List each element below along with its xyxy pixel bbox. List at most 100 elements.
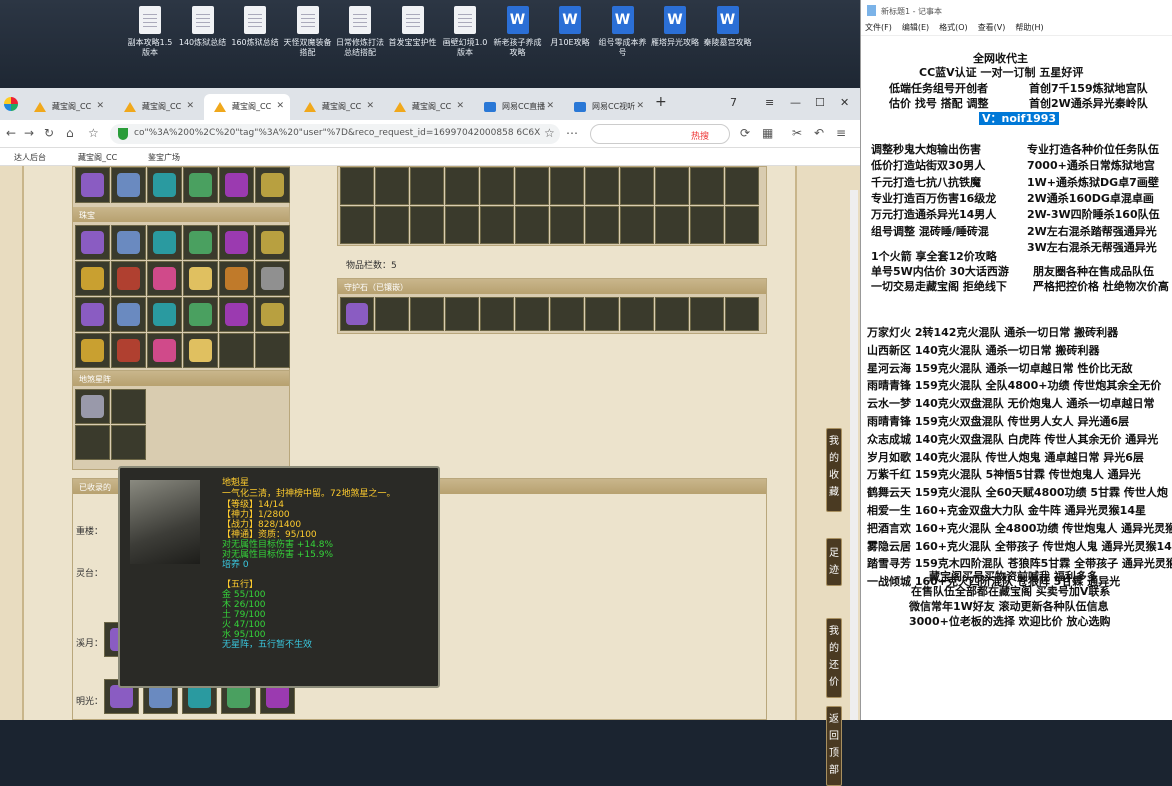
settings-icon[interactable]: ≡ xyxy=(836,126,846,140)
jewel-slot[interactable] xyxy=(111,261,146,296)
dishaxing-slot[interactable] xyxy=(75,389,110,424)
inventory-slot-empty[interactable] xyxy=(725,167,759,205)
tab-close-icon[interactable]: ✕ xyxy=(276,101,284,111)
close-icon[interactable]: ✕ xyxy=(840,96,849,109)
scissors-icon[interactable]: ✂ xyxy=(792,126,802,140)
inventory-slot-empty[interactable] xyxy=(690,206,724,244)
more-icon[interactable]: ⋯ xyxy=(566,126,578,140)
jewel-slot[interactable] xyxy=(147,225,182,260)
inventory-slot-empty[interactable] xyxy=(515,167,549,205)
jewel-slot[interactable] xyxy=(255,225,290,260)
browser-tab[interactable]: 藏宝阁_CC ✕ xyxy=(24,94,110,120)
jewel-slot[interactable] xyxy=(75,225,110,260)
jewel-slot[interactable] xyxy=(183,297,218,332)
jewel-slot[interactable] xyxy=(255,261,290,296)
tab-count-badge[interactable]: 7 xyxy=(730,96,737,109)
desktop-icon[interactable]: 副本攻略1.5版本 xyxy=(124,6,176,58)
url-input[interactable]: co"%3A%200%2C%20"tag"%3A%20"user"%7D&rec… xyxy=(110,124,560,144)
jewel-slot[interactable] xyxy=(219,261,254,296)
desktop-icon[interactable]: 日常修炼打法总结搭配 xyxy=(334,6,386,58)
tab-close-icon[interactable]: ✕ xyxy=(186,101,194,111)
apps-icon[interactable]: ▦ xyxy=(762,126,773,140)
desktop-icon[interactable]: W 组号零成本养号 xyxy=(597,6,649,58)
desktop-icon[interactable]: 首发宝宝护性 xyxy=(387,6,439,48)
desktop-icon[interactable]: 140炼狱总结 xyxy=(177,6,229,48)
search-input[interactable]: 热搜 xyxy=(590,124,730,144)
inventory-slot-empty[interactable] xyxy=(725,206,759,244)
jewel-slot[interactable] xyxy=(147,297,182,332)
guard-stone-slot-empty[interactable] xyxy=(375,297,409,331)
undo-icon[interactable]: ↶ xyxy=(814,126,824,140)
back-to-top-button[interactable]: 返回顶部 xyxy=(826,706,842,786)
inventory-slot-empty[interactable] xyxy=(585,167,619,205)
refresh-icon[interactable]: ↻ xyxy=(44,126,54,140)
inventory-slot-empty[interactable] xyxy=(585,206,619,244)
desktop-icon[interactable]: 160炼狱总结 xyxy=(229,6,281,48)
browser-tab[interactable]: 网易CC直播 ✕ xyxy=(474,94,560,120)
jewel-slot[interactable] xyxy=(219,225,254,260)
guard-stone-slot-empty[interactable] xyxy=(620,297,654,331)
equipment-slot[interactable] xyxy=(219,167,254,203)
footprint-button[interactable]: 足迹 xyxy=(826,538,842,586)
desktop-icon[interactable]: W 月10E攻略 xyxy=(544,6,596,48)
jewel-slot-empty[interactable] xyxy=(255,333,290,368)
desktop-icon[interactable]: 天怪双魔装备搭配 xyxy=(282,6,334,58)
my-favorites-button[interactable]: 我的收藏 xyxy=(826,428,842,512)
desktop-icon[interactable]: W 秦陵墓宫攻略 xyxy=(702,6,754,48)
home-icon[interactable]: ⌂ xyxy=(66,126,74,140)
browser-tab[interactable]: 藏宝阁_CC ✕ xyxy=(204,94,290,120)
page-scrollbar[interactable] xyxy=(850,190,858,720)
extension-icon[interactable]: ⟳ xyxy=(740,126,750,140)
equipment-slot[interactable] xyxy=(111,167,146,203)
guard-stone-slot-empty[interactable] xyxy=(585,297,619,331)
jewel-slot[interactable] xyxy=(111,333,146,368)
desktop-icon[interactable]: W 雁塔异光攻略 xyxy=(649,6,701,48)
jewel-slot[interactable] xyxy=(75,261,110,296)
star-icon[interactable]: ☆ xyxy=(88,126,99,140)
jewel-slot[interactable] xyxy=(183,225,218,260)
jewel-slot[interactable] xyxy=(111,297,146,332)
inventory-slot-empty[interactable] xyxy=(445,206,479,244)
back-icon[interactable]: ← xyxy=(6,126,16,140)
inventory-slot-empty[interactable] xyxy=(620,206,654,244)
notepad-menu-item[interactable]: 编辑(E) xyxy=(902,23,929,32)
bookmark-item[interactable]: 藏宝阁_CC xyxy=(78,152,117,163)
menu-icon[interactable]: ≡ xyxy=(765,96,774,109)
inventory-slot-empty[interactable] xyxy=(655,167,689,205)
inventory-slot-empty[interactable] xyxy=(550,167,584,205)
notepad-menu-item[interactable]: 帮助(H) xyxy=(1015,23,1043,32)
notepad-menu-item[interactable]: 格式(O) xyxy=(939,23,968,32)
jewel-slot[interactable] xyxy=(75,333,110,368)
inventory-slot-empty[interactable] xyxy=(410,206,444,244)
dishaxing-slot-empty[interactable] xyxy=(75,425,110,460)
jewel-slot[interactable] xyxy=(183,333,218,368)
inventory-slot-empty[interactable] xyxy=(690,167,724,205)
browser-tab[interactable]: 藏宝阁_CC ✕ xyxy=(384,94,470,120)
inventory-slot-empty[interactable] xyxy=(375,206,409,244)
notepad-menu-item[interactable]: 查看(V) xyxy=(978,23,1006,32)
selected-contact-text[interactable]: V：noif1993 xyxy=(979,112,1060,125)
jewel-slot[interactable] xyxy=(75,297,110,332)
browser-logo-icon[interactable] xyxy=(4,97,18,111)
jewel-slot[interactable] xyxy=(255,297,290,332)
desktop-icon[interactable]: W 新老孩子养成攻略 xyxy=(492,6,544,58)
browser-tab[interactable]: 网易CC视听 ✕ xyxy=(564,94,650,120)
inventory-slot-empty[interactable] xyxy=(375,167,409,205)
equipment-slot[interactable] xyxy=(147,167,182,203)
browser-tab[interactable]: 藏宝阁_CC ✕ xyxy=(294,94,380,120)
forward-icon[interactable]: → xyxy=(24,126,34,140)
guard-stone-slot-empty[interactable] xyxy=(445,297,479,331)
inventory-slot-empty[interactable] xyxy=(410,167,444,205)
inventory-slot-empty[interactable] xyxy=(550,206,584,244)
guard-stone-slot-empty[interactable] xyxy=(655,297,689,331)
guard-stone-slot-empty[interactable] xyxy=(480,297,514,331)
tab-close-icon[interactable]: ✕ xyxy=(546,101,554,111)
inventory-slot-empty[interactable] xyxy=(655,206,689,244)
tab-close-icon[interactable]: ✕ xyxy=(96,101,104,111)
jewel-slot[interactable] xyxy=(147,261,182,296)
inventory-slot-empty[interactable] xyxy=(480,206,514,244)
equipment-slot[interactable] xyxy=(255,167,290,203)
equipment-slot[interactable] xyxy=(183,167,218,203)
minimize-icon[interactable]: — xyxy=(790,96,801,109)
jewel-slot[interactable] xyxy=(219,297,254,332)
